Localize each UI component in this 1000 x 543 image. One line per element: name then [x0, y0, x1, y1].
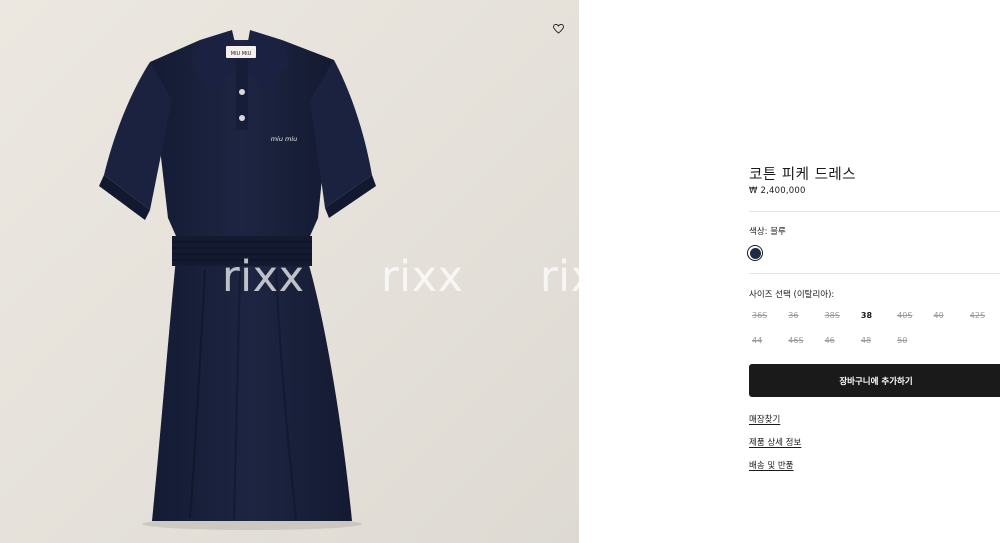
- size-label: 사이즈 선택 (이탈리아):: [749, 290, 835, 300]
- product-image-gallery[interactable]: MIU MIU miu miu rixx rixx rixx: [0, 0, 579, 543]
- add-to-cart-label: 장바구니에 추가하기: [839, 376, 913, 387]
- size-option[interactable]: 38S: [822, 311, 858, 336]
- divider: [749, 211, 1000, 212]
- size-option[interactable]: 46: [822, 336, 858, 361]
- size-option[interactable]: 46S: [785, 336, 821, 361]
- color-label: 색상: 블루: [749, 227, 786, 237]
- dress-photo: MIU MIU miu miu: [99, 30, 376, 530]
- size-option[interactable]: 48: [858, 336, 894, 361]
- product-info-panel: 코튼 피케 드레스 ₩ 2,400,000 색상: 블루 사이즈 선택 (이탈리…: [579, 0, 1000, 543]
- size-option[interactable]: 42S: [967, 311, 1000, 336]
- size-option[interactable]: 36S: [749, 311, 785, 336]
- store-finder-link[interactable]: 매장찾기: [749, 413, 780, 425]
- size-selector: 36S 36 38S 38 40S 40 42S 44 46S 46 48 50: [749, 311, 1000, 361]
- product-title: 코튼 피케 드레스: [749, 167, 857, 183]
- neck-label-logo: MIU MIU: [231, 51, 252, 57]
- color-swatch-fill: [749, 247, 761, 259]
- divider: [749, 273, 1000, 274]
- size-option[interactable]: 40: [930, 311, 966, 336]
- chest-logo: miu miu: [271, 135, 298, 143]
- size-option[interactable]: 36: [785, 311, 821, 336]
- wishlist-button[interactable]: [551, 22, 565, 36]
- size-option[interactable]: 44: [749, 336, 785, 361]
- size-option[interactable]: 50: [894, 336, 930, 361]
- product-price: ₩ 2,400,000: [749, 186, 806, 196]
- shipping-returns-link[interactable]: 배송 및 반품: [749, 459, 794, 471]
- size-option[interactable]: 40S: [894, 311, 930, 336]
- size-row: 36S 36 38S 38 40S 40 42S: [749, 311, 1000, 336]
- heart-outline-icon: [552, 24, 564, 34]
- size-row: 44 46S 46 48 50: [749, 336, 1000, 361]
- color-swatch-blue[interactable]: [747, 245, 763, 261]
- product-details-link[interactable]: 제품 상세 정보: [749, 436, 801, 448]
- size-option[interactable]: 38: [858, 311, 894, 336]
- add-to-cart-button[interactable]: 장바구니에 추가하기: [749, 364, 1000, 397]
